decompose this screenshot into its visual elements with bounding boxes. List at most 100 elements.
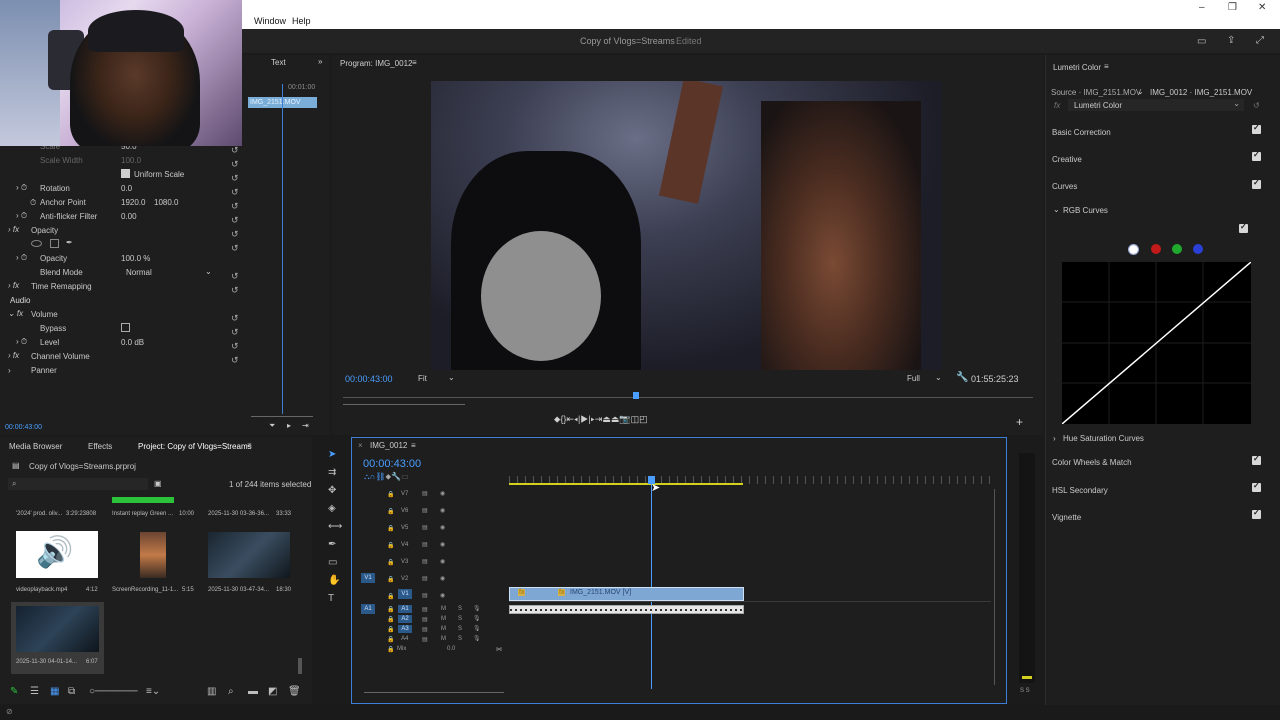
ellipse-mask-icon[interactable] xyxy=(31,240,42,247)
linked-selection-icon[interactable]: ⛓ xyxy=(375,472,385,481)
sync-icon[interactable]: ▤ xyxy=(422,606,428,613)
solo-a4[interactable]: S xyxy=(458,636,462,642)
color-wheels-section[interactable]: Color Wheels & Match xyxy=(1052,458,1132,467)
sync-icon[interactable]: ▤ xyxy=(422,626,428,633)
mix-value[interactable]: 0.0 xyxy=(447,646,455,652)
lock-icon[interactable]: 🔒 xyxy=(387,616,394,623)
color-wheels-checkbox[interactable] xyxy=(1252,454,1261,465)
source-patch-a1[interactable]: A1 xyxy=(361,604,375,614)
captions-icon[interactable]: ▭ xyxy=(401,472,409,481)
hand-tool-icon[interactable]: ✋ xyxy=(328,575,340,586)
video-clip-v1[interactable]: fx fx IMG_2151.MOV [V] xyxy=(509,587,744,601)
sort-icon[interactable]: ≡⌄ xyxy=(146,686,160,697)
sync-icon[interactable]: ▤ xyxy=(422,524,428,531)
lumetri-effect-select[interactable]: Lumetri Color ⌄ xyxy=(1068,99,1244,111)
ec-playhead[interactable] xyxy=(282,84,283,414)
camera-icon[interactable]: 📷 xyxy=(619,414,630,424)
lumetri-menu-icon[interactable]: ≡ xyxy=(1104,62,1109,71)
volume-label[interactable]: Volume xyxy=(31,310,58,319)
channel-red-swatch[interactable] xyxy=(1151,244,1162,255)
track-select-tool-icon[interactable]: ⇉ xyxy=(328,467,336,478)
rgb-curve-editor[interactable] xyxy=(1061,261,1252,425)
comparison-view-icon[interactable]: ◫ xyxy=(631,414,640,424)
channel-blue-swatch[interactable] xyxy=(1193,244,1204,255)
mic-icon[interactable]: 🎙 xyxy=(473,605,481,612)
rectangle-mask-icon[interactable] xyxy=(50,239,59,248)
type-tool-icon[interactable]: T xyxy=(328,593,334,604)
mix-end-icon[interactable]: ⋈ xyxy=(496,646,502,653)
fit-select[interactable]: Fit xyxy=(418,374,427,383)
sync-icon[interactable]: ▤ xyxy=(422,507,428,514)
antiflicker-stopwatch-icon[interactable]: › ⏱ xyxy=(16,211,27,221)
basic-correction-section[interactable]: Basic Correction xyxy=(1052,128,1111,137)
rotation-stopwatch-icon[interactable]: › ⏱ xyxy=(16,183,27,193)
curves-checkbox[interactable] xyxy=(1252,178,1261,189)
lock-icon[interactable]: 🔒 xyxy=(387,542,394,549)
opacity-stopwatch-icon[interactable]: › ⏱ xyxy=(16,253,27,263)
panel-overflow-icon[interactable]: » xyxy=(318,57,322,66)
settings-wrench-icon[interactable]: 🔧 xyxy=(956,372,968,383)
track-a4-label[interactable]: A4 xyxy=(401,636,408,642)
mic-icon[interactable]: 🎙 xyxy=(473,635,481,642)
project-search-input[interactable]: ⌕ xyxy=(8,478,148,490)
go-to-in-icon[interactable]: ⇤ xyxy=(566,414,574,424)
lumetri-title[interactable]: Lumetri Color xyxy=(1053,63,1101,72)
timeline-zoom-scrollbar[interactable] xyxy=(364,692,504,693)
sync-icon[interactable]: ▤ xyxy=(422,636,428,643)
hue-sat-chevron-icon[interactable]: › xyxy=(1053,434,1056,443)
source-chevron-icon[interactable]: ⌄ xyxy=(1137,87,1144,96)
vr-icon[interactable]: ◰ xyxy=(639,414,648,424)
export-frame-icon[interactable]: ⇥ xyxy=(302,421,309,430)
ec-current-timecode[interactable]: 00:00:43:00 xyxy=(5,424,42,431)
tab-media-browser[interactable]: Media Browser xyxy=(9,442,62,451)
track-v4-label[interactable]: V4 xyxy=(401,542,408,548)
mute-a4[interactable]: M xyxy=(441,636,446,642)
lift-icon[interactable]: ⏏ xyxy=(602,414,611,424)
solo-a1[interactable]: S xyxy=(458,606,462,612)
chevron-down-icon[interactable]: ⌄ xyxy=(205,267,212,276)
track-a1-target[interactable]: A1 xyxy=(398,605,412,613)
meter-solo-labels[interactable]: S S xyxy=(1020,688,1030,694)
hsl-secondary-section[interactable]: HSL Secondary xyxy=(1052,486,1108,495)
rgb-curves-chevron-icon[interactable]: ⌄ xyxy=(1053,205,1060,214)
anchor-stopwatch-icon[interactable]: ⏱ xyxy=(30,198,36,208)
thumb-recording-3[interactable] xyxy=(208,532,290,578)
filter-icon[interactable]: ⏷ xyxy=(269,421,275,431)
timeline-vertical-scrollbar[interactable] xyxy=(994,489,995,685)
eye-icon[interactable]: ◉ xyxy=(440,575,445,582)
item-3-name[interactable]: 2025-11-30 03-36-36... xyxy=(208,511,269,517)
add-button-icon[interactable]: + xyxy=(1016,415,1023,429)
mute-a2[interactable]: M xyxy=(441,616,446,622)
thumb-instant-replay[interactable] xyxy=(112,497,174,503)
track-v3-label[interactable]: V3 xyxy=(401,559,408,565)
project-menu-icon[interactable]: ≡ xyxy=(247,441,252,450)
write-protect-icon[interactable]: ✎ xyxy=(10,686,18,697)
rectangle-tool-icon[interactable]: ▭ xyxy=(328,557,337,568)
menu-help[interactable]: Help xyxy=(292,16,311,26)
panner-label[interactable]: Panner xyxy=(31,366,57,375)
item-2-name[interactable]: Instant replay Green ... xyxy=(112,511,173,517)
thumb-screen-recording[interactable] xyxy=(140,532,166,578)
rgb-curves-checkbox[interactable] xyxy=(1239,222,1248,233)
timeline-settings-icon[interactable]: 🔧 xyxy=(391,472,401,481)
lock-icon[interactable]: 🔒 xyxy=(387,606,394,613)
item-1-name[interactable]: '2024' prod. oliv... xyxy=(16,511,62,517)
item-5-name[interactable]: ScreenRecording_11-1... xyxy=(112,587,178,593)
freeform-view-icon[interactable]: ⧉ xyxy=(68,686,75,697)
lock-icon[interactable]: 🔒 xyxy=(387,525,394,532)
program-timeline-ruler[interactable] xyxy=(343,397,1033,398)
tab-effects[interactable]: Effects xyxy=(88,442,112,451)
work-area-bar[interactable] xyxy=(509,483,743,485)
rgb-curves-label[interactable]: RGB Curves xyxy=(1063,206,1108,215)
sequence-title[interactable]: IMG_0012 xyxy=(370,441,407,450)
track-a3-target[interactable]: A3 xyxy=(398,625,412,633)
lock-icon[interactable]: 🔒 xyxy=(387,593,394,600)
eye-icon[interactable]: ◉ xyxy=(440,558,445,565)
basic-correction-checkbox[interactable] xyxy=(1252,123,1261,134)
razor-tool-icon[interactable]: ◈ xyxy=(328,503,336,514)
track-v6-label[interactable]: V6 xyxy=(401,508,408,514)
anchor-y-value[interactable]: 1080.0 xyxy=(154,198,178,207)
ec-zoom-scrollbar[interactable] xyxy=(251,416,313,417)
mic-icon[interactable]: 🎙 xyxy=(473,625,481,632)
anchor-x-value[interactable]: 1920.0 xyxy=(121,198,145,207)
